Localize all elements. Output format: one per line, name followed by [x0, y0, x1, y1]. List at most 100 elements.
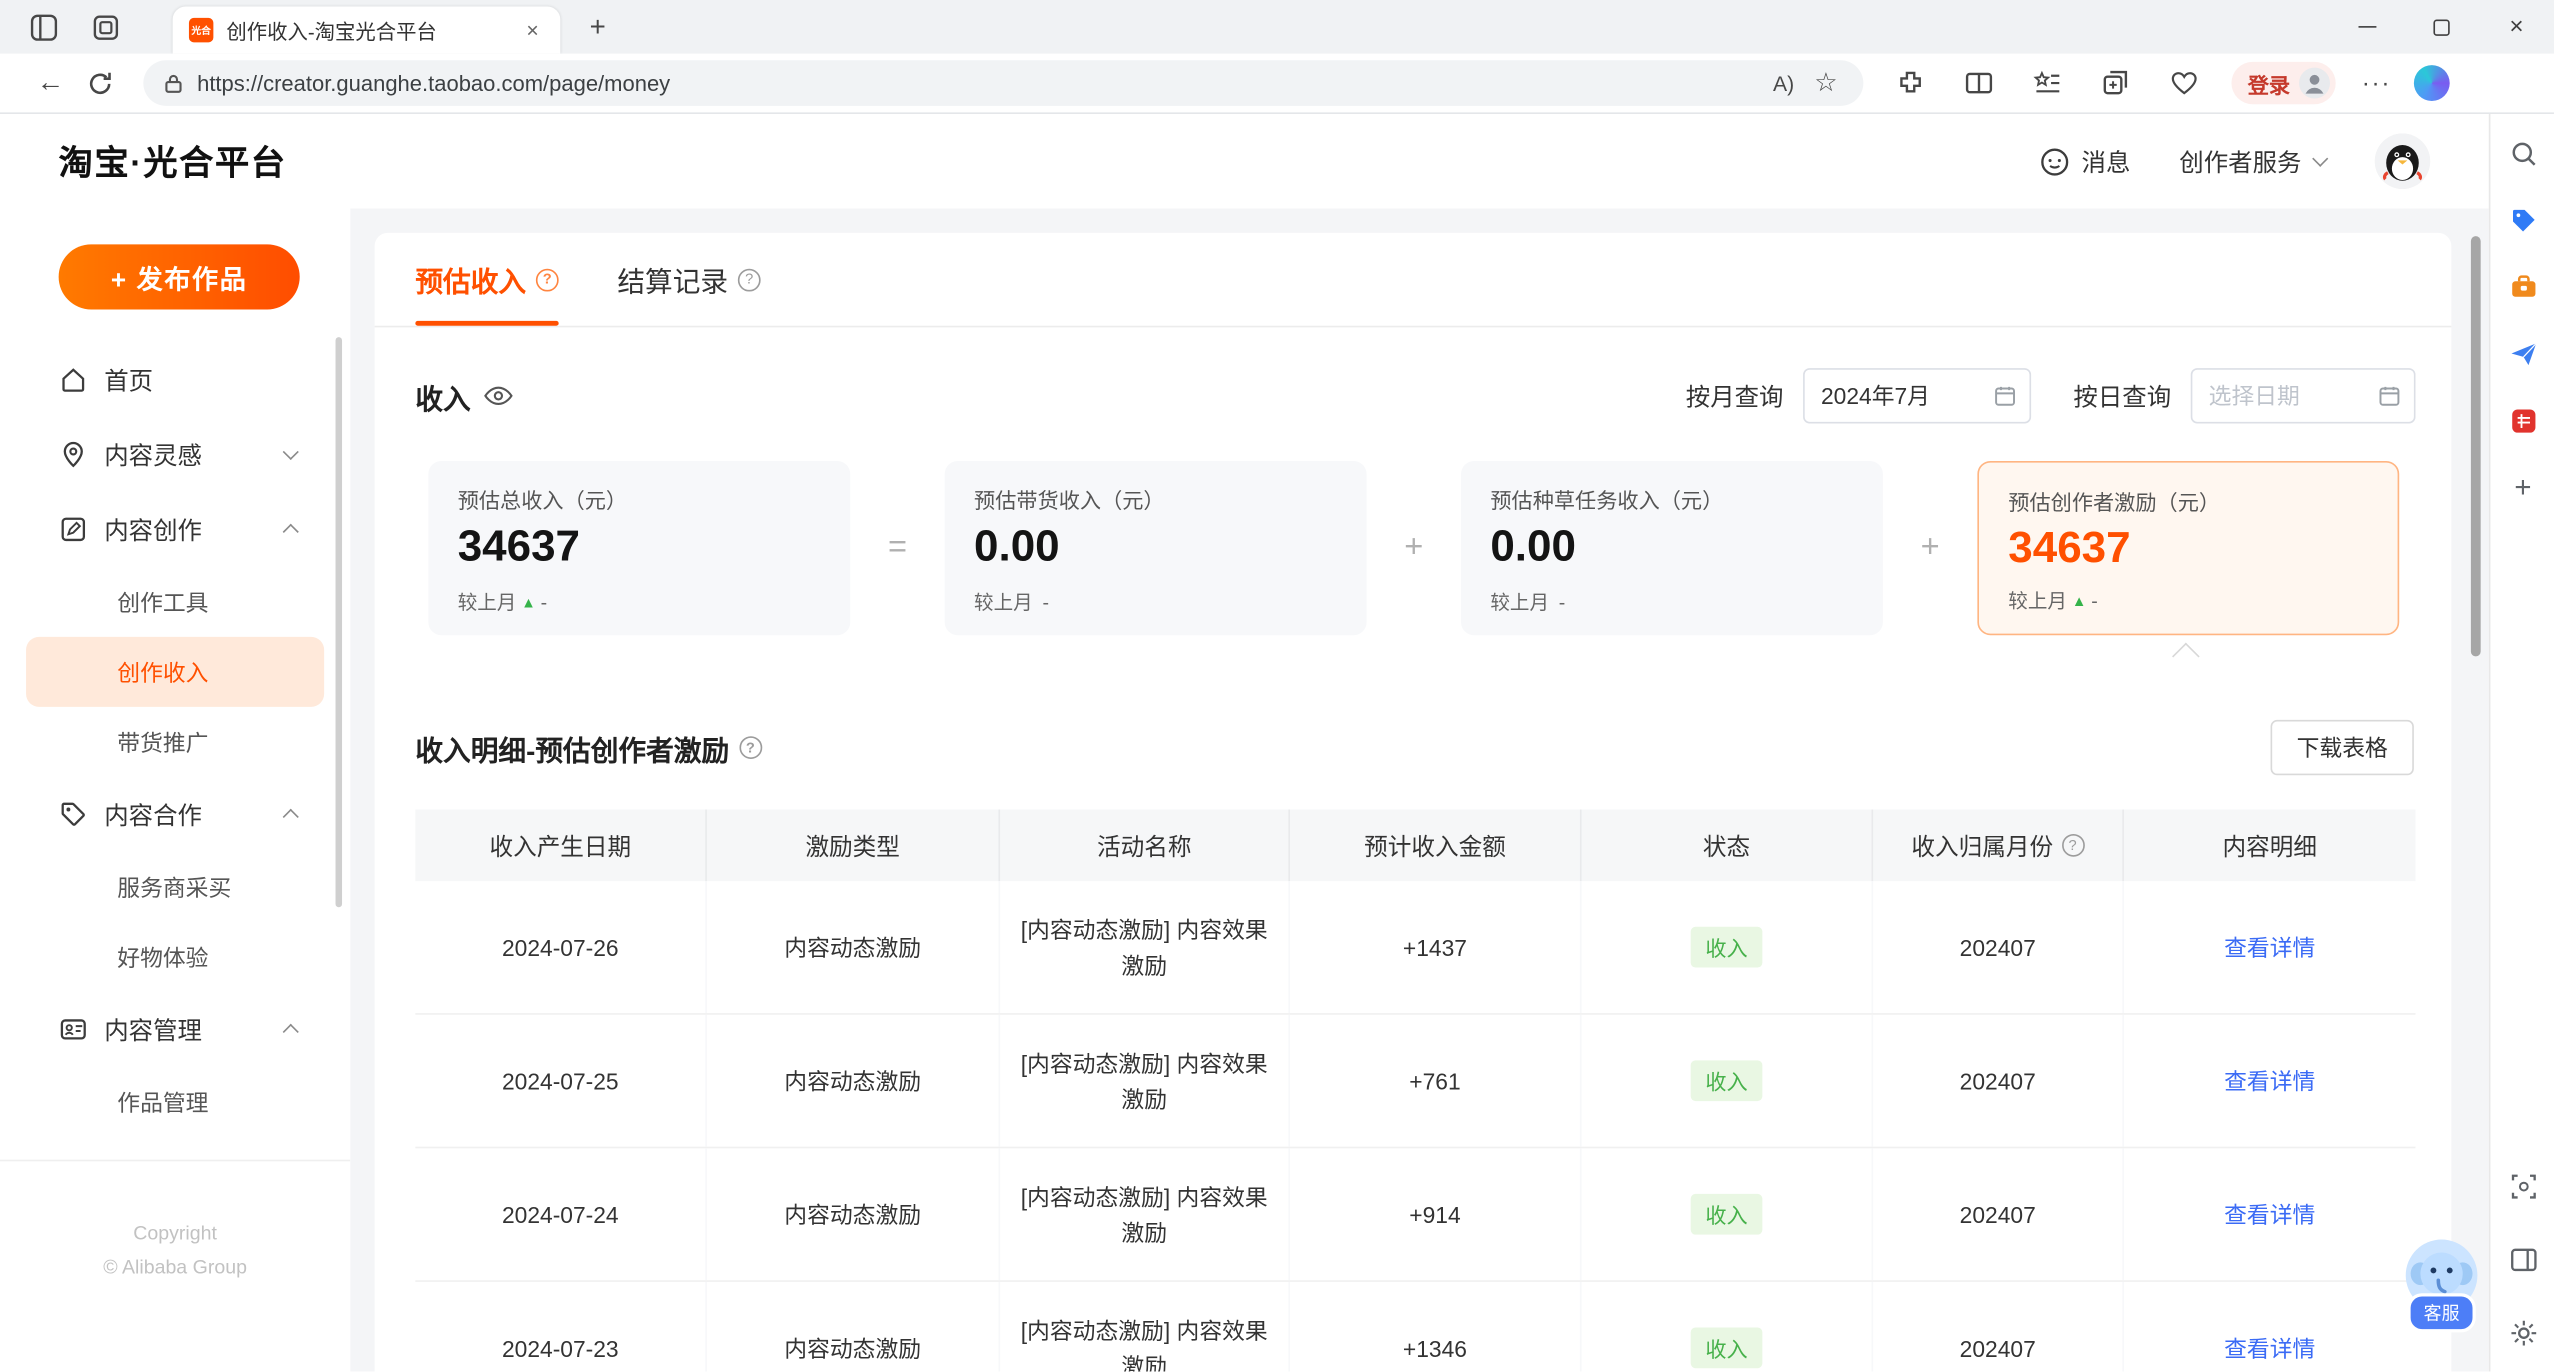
- toolbar-extensions-area: [1886, 59, 2209, 108]
- sidebar-item-creation-income[interactable]: 创作收入: [26, 636, 325, 707]
- close-button[interactable]: ×: [2479, 0, 2554, 54]
- lock-icon: [163, 72, 184, 93]
- help-icon[interactable]: ?: [737, 267, 761, 291]
- url-text[interactable]: https://creator.guanghe.taobao.com/page/…: [197, 71, 1762, 95]
- sidebar-tools-icon[interactable]: [2503, 267, 2542, 306]
- messages-label: 消息: [2081, 149, 2131, 177]
- view-details-link[interactable]: 查看详情: [2224, 1332, 2315, 1365]
- sidebar-item-home[interactable]: 首页: [0, 342, 350, 417]
- minimize-button[interactable]: [2329, 0, 2404, 54]
- sidebar-item-label: 服务商采买: [117, 873, 232, 900]
- maximize-button[interactable]: [2404, 0, 2479, 54]
- view-details-link[interactable]: 查看详情: [2224, 1064, 2315, 1097]
- card-total-income[interactable]: 预估总收入（元） 34637 较上月 ▲ -: [428, 460, 851, 636]
- chevron-down-icon: [2312, 150, 2329, 167]
- messages-button[interactable]: 消息: [2039, 144, 2130, 178]
- sidebar-scrollbar[interactable]: [335, 337, 343, 908]
- refresh-button[interactable]: [75, 59, 124, 108]
- creator-services-dropdown[interactable]: 创作者服务: [2179, 144, 2329, 178]
- eye-icon[interactable]: [484, 386, 513, 406]
- sidebar-item-label: 好物体验: [117, 943, 209, 970]
- create-icon: [59, 515, 88, 544]
- sidebar-item-promotion[interactable]: 带货推广: [0, 707, 350, 777]
- tab-estimated-income[interactable]: 预估收入 ?: [415, 233, 559, 326]
- page-scrollbar[interactable]: [2470, 236, 2481, 657]
- user-avatar[interactable]: [2374, 133, 2431, 189]
- inspiration-icon: [59, 440, 88, 469]
- sidebar-item-content-management[interactable]: 内容管理: [0, 992, 350, 1067]
- help-icon[interactable]: ?: [2061, 833, 2085, 857]
- sidebar-add-icon[interactable]: +: [2503, 467, 2542, 506]
- tab-actions-icon[interactable]: [85, 6, 127, 48]
- main-panel: 预估收入 ? 结算记录 ? 收入 按月查询 按日查询: [374, 232, 2452, 1372]
- sidebar-send-icon[interactable]: [2503, 334, 2542, 373]
- back-button[interactable]: ←: [26, 59, 75, 108]
- sidebar-item-label: 创作收入: [117, 658, 209, 685]
- sidebar-item-label: 内容管理: [104, 1017, 202, 1045]
- sidebar-item-content-creation[interactable]: 内容创作: [0, 492, 350, 567]
- card-seeding-task-income[interactable]: 预估种草任务收入（元） 0.00 较上月 -: [1461, 460, 1883, 636]
- browser-tab[interactable]: 光合 创作收入-淘宝光合平台 ×: [172, 6, 561, 54]
- sidebar-item-goods-experience[interactable]: 好物体验: [0, 922, 350, 992]
- sidebar-shopping-icon[interactable]: [2503, 200, 2542, 239]
- split-screen-icon[interactable]: [1955, 59, 2004, 108]
- card-creator-incentive[interactable]: 预估创作者激励（元） 34637 较上月 ▲ -: [1977, 460, 2400, 636]
- sidebar-item-label: 创作工具: [117, 588, 209, 615]
- plus-sign: +: [1404, 529, 1424, 566]
- calendar-icon: [1995, 386, 2015, 406]
- sidebar-item-works-management[interactable]: 作品管理: [0, 1067, 350, 1137]
- workspaces-icon[interactable]: [23, 6, 65, 48]
- browser-window: 光合 创作收入-淘宝光合平台 × + × ← https://creator.g…: [0, 0, 2554, 1372]
- customer-service-widget[interactable]: 客服: [2399, 1238, 2484, 1333]
- status-badge: 收入: [1690, 1193, 1763, 1235]
- edge-sidebar: +: [2488, 114, 2554, 1372]
- download-table-button[interactable]: 下载表格: [2270, 719, 2414, 776]
- copilot-icon[interactable]: [2413, 65, 2450, 101]
- favorites-bar-icon[interactable]: [2023, 59, 2072, 108]
- sidebar-item-creation-tools[interactable]: 创作工具: [0, 567, 350, 637]
- settings-menu-icon[interactable]: ···: [2352, 59, 2401, 108]
- chevron-up-icon: [282, 1023, 299, 1040]
- sidebar-panel-icon[interactable]: [2503, 1240, 2542, 1279]
- income-summary-cards: 预估总收入（元） 34637 较上月 ▲ - = 预估带货收入（元） 0.00 …: [428, 460, 2400, 636]
- publish-button[interactable]: + 发布作品: [58, 244, 300, 310]
- delta-up-icon: ▲: [2071, 592, 2087, 609]
- login-button[interactable]: 登录: [2231, 61, 2336, 105]
- extensions-icon[interactable]: [1886, 59, 1935, 108]
- detail-section-title: 收入明细-预估创作者激励 ?: [415, 727, 762, 768]
- address-bar[interactable]: https://creator.guanghe.taobao.com/page/…: [143, 60, 1864, 106]
- sidebar-settings-icon[interactable]: [2503, 1313, 2542, 1352]
- site-header: 淘宝·光合平台 消息 创作者服务: [0, 114, 2489, 209]
- view-details-link[interactable]: 查看详情: [2224, 1198, 2315, 1231]
- sidebar-item-label: 带货推广: [117, 728, 209, 755]
- sidebar-item-content-cooperation[interactable]: 内容合作: [0, 777, 350, 852]
- sidebar-search-icon[interactable]: [2503, 134, 2542, 173]
- income-section-title: 收入: [415, 375, 513, 416]
- help-icon[interactable]: ?: [738, 736, 762, 760]
- browser-essentials-icon[interactable]: [2160, 59, 2209, 108]
- sidebar-item-inspiration[interactable]: 内容灵感: [0, 417, 350, 492]
- chevron-up-icon: [282, 808, 299, 825]
- card-goods-income[interactable]: 预估带货收入（元） 0.00 较上月 -: [944, 460, 1367, 636]
- sidebar-app-icon[interactable]: [2503, 401, 2542, 440]
- status-badge: 收入: [1690, 1060, 1763, 1102]
- tab-title: 创作收入-淘宝光合平台: [226, 21, 437, 44]
- collections-icon[interactable]: [2091, 59, 2140, 108]
- view-details-link[interactable]: 查看详情: [2224, 931, 2315, 964]
- tab-close-icon[interactable]: ×: [518, 15, 547, 44]
- chevron-up-icon: [282, 523, 299, 540]
- login-label: 登录: [2247, 72, 2291, 97]
- sidebar-item-service-purchase[interactable]: 服务商采买: [0, 852, 350, 922]
- day-picker[interactable]: [2190, 368, 2416, 424]
- help-icon[interactable]: ?: [535, 267, 559, 291]
- new-tab-button[interactable]: +: [577, 6, 619, 48]
- read-aloud-icon[interactable]: A): [1762, 64, 1804, 103]
- browser-toolbar: ← https://creator.guanghe.taobao.com/pag…: [0, 53, 2554, 115]
- profile-icon: [2298, 67, 2331, 100]
- favorite-star-icon[interactable]: ☆: [1805, 64, 1847, 103]
- status-badge: 收入: [1690, 1327, 1763, 1369]
- tab-settlement-records[interactable]: 结算记录 ?: [617, 233, 761, 326]
- sidebar-item-label: 内容合作: [104, 802, 202, 830]
- screenshot-icon[interactable]: [2503, 1166, 2542, 1205]
- month-picker[interactable]: [1803, 368, 2032, 424]
